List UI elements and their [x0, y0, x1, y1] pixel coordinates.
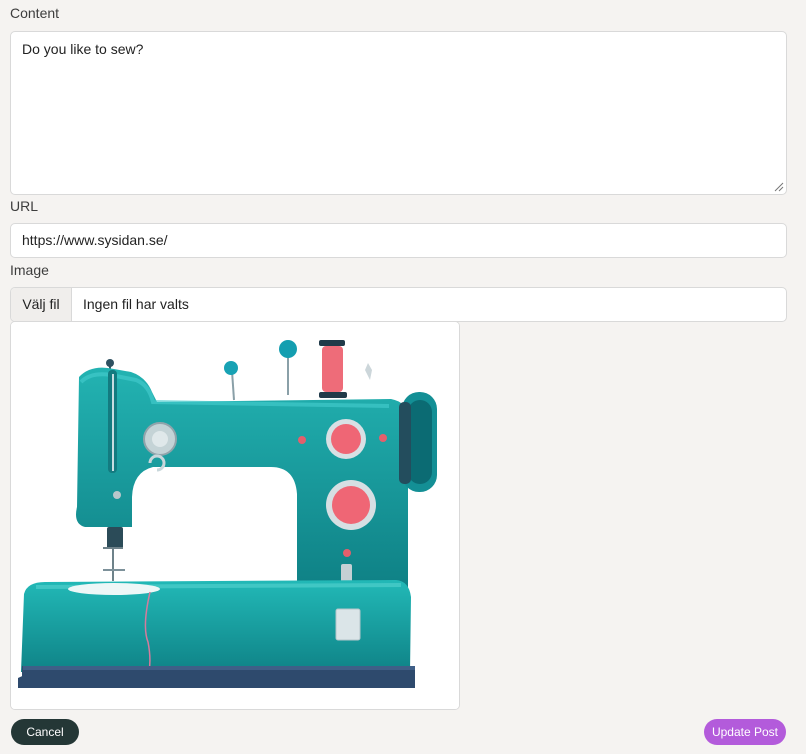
- image-label: Image: [10, 262, 49, 278]
- update-post-button[interactable]: Update Post: [704, 719, 786, 745]
- content-label: Content: [10, 5, 60, 21]
- image-preview: [10, 321, 460, 710]
- content-text: Do you like to sew?: [22, 41, 144, 57]
- cancel-button[interactable]: Cancel: [11, 719, 79, 745]
- image-file-input[interactable]: Välj fil Ingen fil har valts: [10, 287, 787, 322]
- url-label: URL: [10, 198, 39, 214]
- sewing-machine-image: [11, 322, 459, 709]
- content-textarea[interactable]: Do you like to sew?: [10, 31, 787, 195]
- resize-handle-icon[interactable]: [774, 182, 784, 192]
- file-status-text: Ingen fil har valts: [83, 296, 189, 312]
- choose-file-button[interactable]: Välj fil: [11, 288, 72, 321]
- url-input[interactable]: https://www.sysidan.se/: [10, 223, 787, 258]
- post-edit-form: Content Do you like to sew? URL https://…: [0, 0, 806, 754]
